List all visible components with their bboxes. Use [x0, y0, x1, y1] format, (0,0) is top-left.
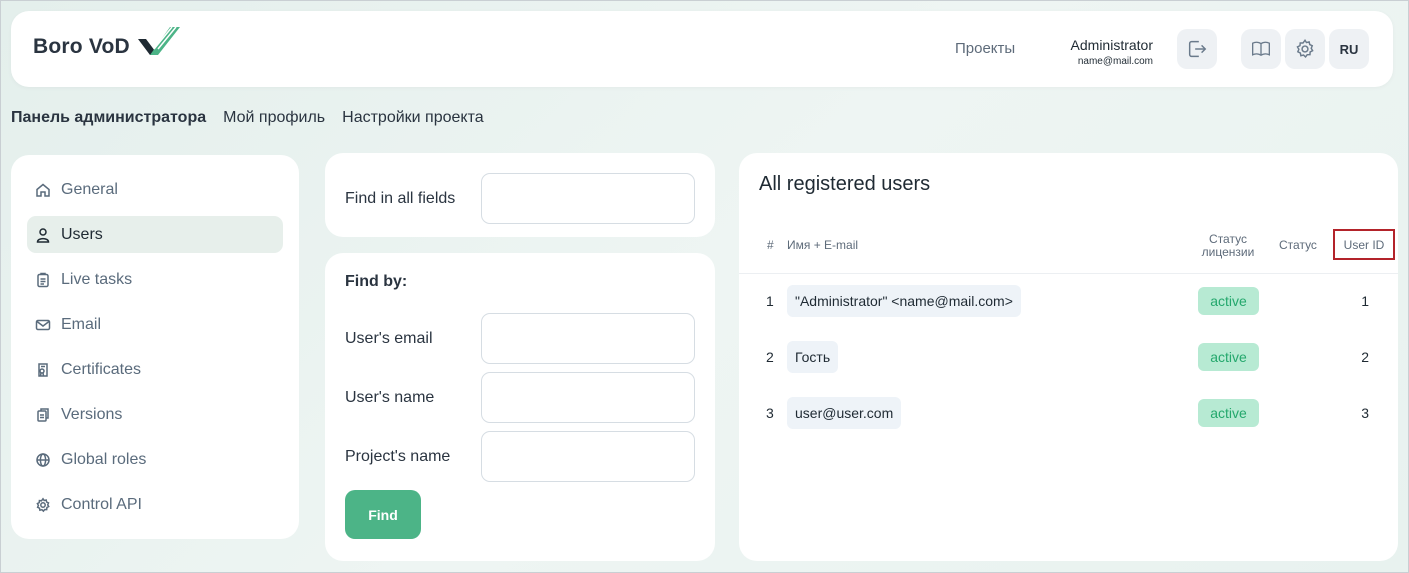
row-number: 2 [766, 349, 774, 365]
user-email-label: User's email [345, 330, 433, 347]
sidebar-item-label: Email [61, 315, 102, 333]
sidebar-item-versions[interactable]: Versions [27, 396, 283, 433]
users-table-card: All registered users # Имя + E-mail Стат… [739, 153, 1398, 561]
sidebar-item-label: Global roles [61, 450, 147, 468]
find-by-title: Find by: [345, 273, 408, 290]
sidebar-item-label: Versions [61, 405, 123, 423]
sidebar-item-label: Control API [61, 495, 142, 513]
current-user-name: Administrator [1070, 37, 1153, 53]
sidebar-item-label: General [61, 180, 118, 198]
sidebar-item-label: Live tasks [61, 270, 133, 288]
find-by-card: Find by: User's email User's name Projec… [325, 253, 715, 561]
admin-tabs: Панель администратора Мой профиль Настро… [11, 109, 484, 127]
row-number: 1 [766, 293, 774, 309]
book-icon [1252, 41, 1270, 57]
sidebar: General Users Live tasks Email Certifica… [11, 155, 299, 539]
user-name-chip[interactable]: "Administrator" <name@mail.com> [787, 285, 1021, 317]
tab-project-settings[interactable]: Настройки проекта [342, 109, 483, 127]
column-header-license-status[interactable]: Статус лицензии [1195, 233, 1261, 259]
user-id: 3 [1361, 405, 1369, 421]
settings-button[interactable] [1285, 29, 1325, 69]
app-header: Boro VoD Проекты Administrator name@mail… [11, 11, 1393, 87]
sidebar-item-control-api[interactable]: Control API [27, 486, 283, 523]
project-name-input[interactable] [481, 431, 695, 482]
sidebar-item-certificates[interactable]: Certificates [27, 351, 283, 388]
find-button[interactable]: Find [345, 490, 421, 539]
user-email-input[interactable] [481, 313, 695, 364]
column-header-name[interactable]: Имя + E-mail [787, 238, 858, 252]
search-all-card: Find in all fields [325, 153, 715, 237]
logo-checkmark-icon [137, 26, 180, 55]
column-header-user-id[interactable]: User ID [1333, 229, 1395, 260]
row-number: 3 [766, 405, 774, 421]
cog-icon [35, 497, 51, 513]
logo-text: Boro VoD [33, 35, 130, 58]
user-name-input[interactable] [481, 372, 695, 423]
user-name-label: User's name [345, 389, 435, 406]
table-row[interactable]: 1 "Administrator" <name@mail.com> active… [739, 285, 1398, 317]
gear-icon [1296, 38, 1314, 58]
license-status-badge: active [1198, 399, 1259, 427]
column-header-number: # [767, 238, 774, 252]
current-user: Administrator name@mail.com [1071, 37, 1153, 67]
table-row[interactable]: 2 Гость active 2 [739, 341, 1398, 373]
sidebar-item-label: Users [61, 225, 103, 243]
table-header-divider [739, 273, 1398, 274]
user-id: 2 [1361, 349, 1369, 365]
sidebar-item-global-roles[interactable]: Global roles [27, 441, 283, 478]
project-name-label: Project's name [345, 448, 451, 465]
user-name-chip[interactable]: user@user.com [787, 397, 902, 429]
current-user-email: name@mail.com [1077, 56, 1153, 67]
home-icon [35, 182, 51, 198]
license-status-badge: active [1198, 343, 1259, 371]
tab-my-profile[interactable]: Мой профиль [223, 109, 325, 127]
sidebar-item-live-tasks[interactable]: Live tasks [27, 261, 283, 298]
documentation-button[interactable] [1241, 29, 1281, 69]
logo[interactable]: Boro VoD [33, 26, 182, 67]
user-name-chip[interactable]: Гость [787, 341, 839, 373]
globe-icon [35, 452, 51, 468]
column-header-status[interactable]: Статус [1279, 238, 1317, 252]
find-all-label: Find in all fields [345, 190, 456, 207]
logout-icon [1188, 40, 1207, 58]
certificate-icon [35, 362, 51, 378]
column-header-user-id-label: User ID [1343, 237, 1385, 252]
versions-icon [35, 407, 51, 423]
language-button[interactable]: RU [1329, 29, 1369, 69]
users-title: All registered users [759, 173, 931, 195]
user-id: 1 [1361, 293, 1369, 309]
logout-button[interactable] [1177, 29, 1217, 69]
license-status-badge: active [1198, 287, 1259, 315]
table-row[interactable]: 3 user@user.com active 3 [739, 397, 1398, 429]
sidebar-item-label: Certificates [61, 360, 142, 378]
find-all-input[interactable] [481, 173, 695, 224]
clipboard-icon [35, 272, 51, 288]
tab-admin-panel[interactable]: Панель администратора [11, 109, 206, 127]
mail-icon [35, 317, 51, 333]
sidebar-item-general[interactable]: General [27, 171, 283, 208]
sidebar-item-email[interactable]: Email [27, 306, 283, 343]
nav-projects-link[interactable]: Проекты [955, 40, 1015, 57]
user-icon [35, 227, 51, 243]
column-header-license-line2: лицензии [1201, 245, 1255, 259]
sidebar-item-users[interactable]: Users [27, 216, 283, 253]
